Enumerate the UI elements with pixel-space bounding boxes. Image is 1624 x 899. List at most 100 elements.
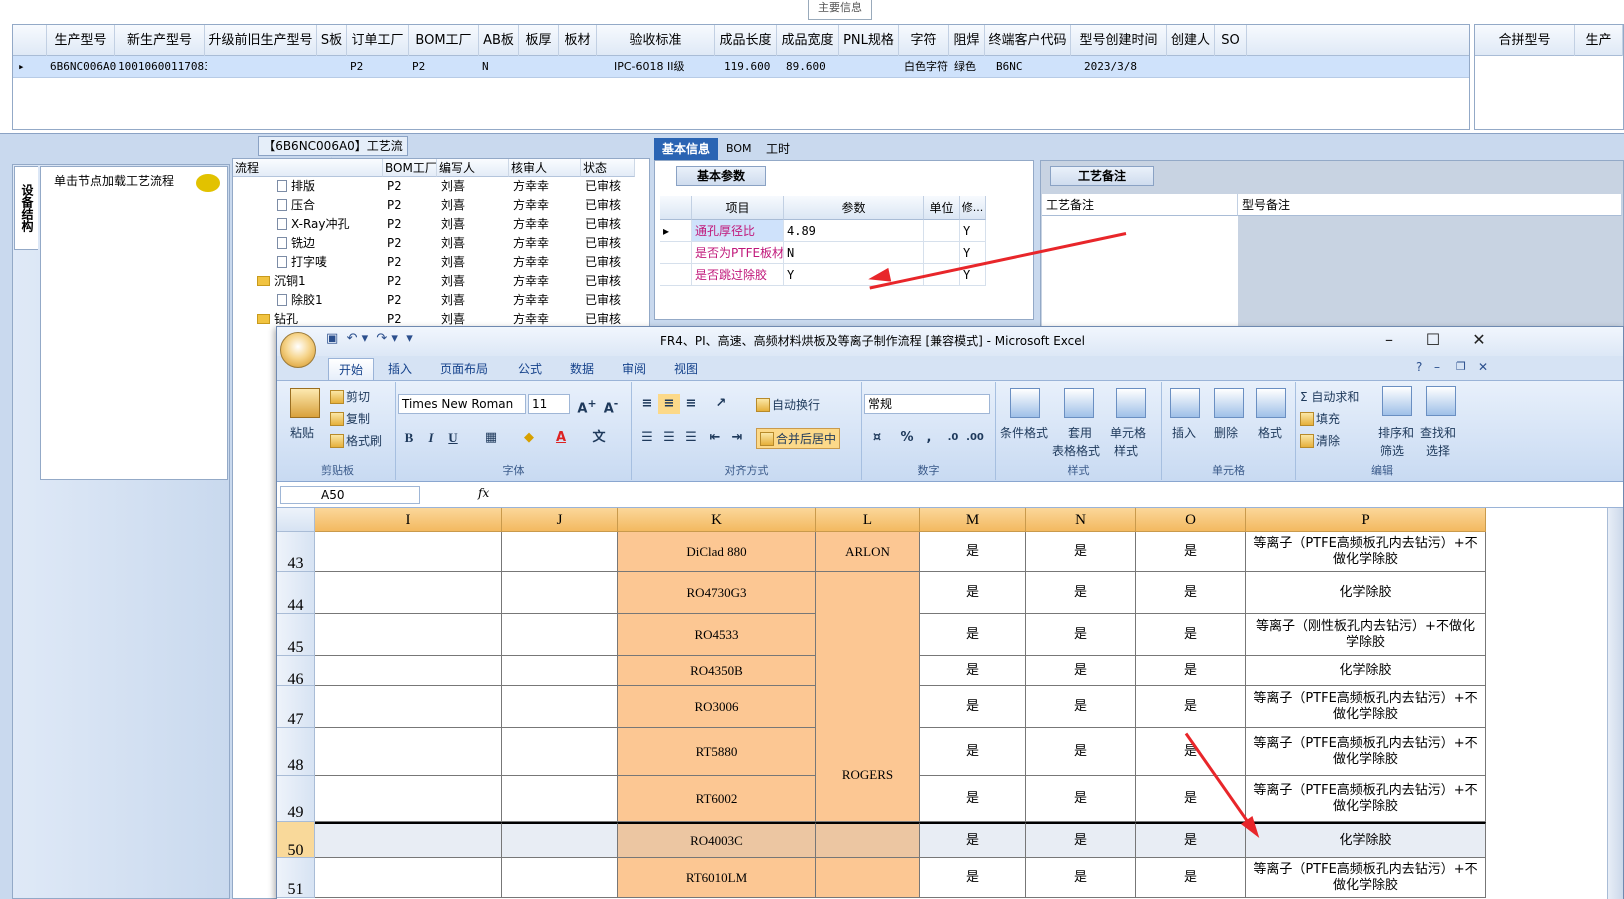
redo-icon[interactable]: ↷ ▾ <box>376 331 398 346</box>
conditional-format-icon[interactable] <box>1010 388 1040 418</box>
select-all-corner[interactable] <box>277 508 315 532</box>
column-header-m[interactable]: M <box>920 508 1026 532</box>
header-pnl[interactable]: PNL规格 <box>839 25 899 56</box>
param-unit[interactable] <box>924 242 960 264</box>
cell-m[interactable]: 是 <box>920 614 1026 656</box>
vertical-scrollbar[interactable] <box>1607 508 1623 899</box>
row-header[interactable]: 45 <box>277 614 315 656</box>
cell-o[interactable]: 是 <box>1136 614 1246 656</box>
align-middle-icon[interactable]: ≡ <box>658 394 680 414</box>
cell-l[interactable] <box>816 686 920 728</box>
tree-node[interactable]: 排版 P2 刘喜 方幸幸 已审核 <box>233 177 635 196</box>
cell-m[interactable]: 是 <box>920 858 1026 898</box>
cell-empty[interactable] <box>315 572 502 614</box>
ribbon-close-icon[interactable]: ✕ <box>1478 360 1488 374</box>
param-mod[interactable]: Y <box>960 220 986 242</box>
cell-o[interactable]: 是 <box>1136 822 1246 858</box>
cell-empty[interactable] <box>502 822 618 858</box>
font-name-select[interactable]: Times New Roman <box>398 394 526 414</box>
cell-order-factory[interactable]: P2 <box>347 56 407 78</box>
tab-page-layout[interactable]: 页面布局 <box>430 358 498 380</box>
undo-icon[interactable]: ↶ ▾ <box>347 331 369 346</box>
find-select-icon[interactable] <box>1426 386 1456 416</box>
cell-n[interactable]: 是 <box>1026 686 1136 728</box>
header-created-time[interactable]: 型号创建时间 <box>1071 25 1167 56</box>
cell-empty[interactable] <box>502 532 618 572</box>
header-old-model[interactable]: 升级前旧生产型号 <box>205 25 317 56</box>
tab-review[interactable]: 审阅 <box>612 358 656 380</box>
table-format-icon[interactable] <box>1064 388 1094 418</box>
align-left-icon[interactable]: ☰ <box>636 428 658 448</box>
column-header-n[interactable]: N <box>1026 508 1136 532</box>
tab-basic-params[interactable]: 基本参数 <box>676 166 766 186</box>
paste-button[interactable]: 粘贴 <box>290 424 314 441</box>
tab-equipment-structure[interactable]: 设备结构 <box>14 166 38 250</box>
paste-icon[interactable] <box>290 388 320 418</box>
cell-m[interactable]: 是 <box>920 656 1026 686</box>
header-length[interactable]: 成品长度 <box>715 25 777 56</box>
orientation-icon[interactable]: ↗ <box>710 394 732 414</box>
column-header-l[interactable]: L <box>816 508 920 532</box>
font-color-icon[interactable]: A <box>550 428 572 448</box>
header-char[interactable]: 字符 <box>899 25 949 56</box>
cell-p[interactable]: 等离子（PTFE高频板孔内去钻污）+不做化学除胶 <box>1246 776 1486 822</box>
tree-node[interactable]: 除胶1 P2 刘喜 方幸幸 已审核 <box>233 291 635 310</box>
cell-mask[interactable]: 绿色 <box>951 56 985 78</box>
remark-process-area[interactable] <box>1042 216 1238 338</box>
close-icon[interactable]: ✕ <box>1464 330 1494 350</box>
name-box[interactable]: A50 <box>280 486 420 504</box>
cell-k[interactable]: RO4350B <box>618 656 816 686</box>
cell-k[interactable]: DiClad 880 <box>618 532 816 572</box>
header-model[interactable]: 生产型号 <box>47 25 115 56</box>
cell-empty[interactable] <box>502 858 618 898</box>
cell-empty[interactable] <box>502 776 618 822</box>
cell-o[interactable]: 是 <box>1136 656 1246 686</box>
cell-style-icon[interactable] <box>1116 388 1146 418</box>
cell-p[interactable]: 化学除胶 <box>1246 656 1486 686</box>
cell-n[interactable]: 是 <box>1026 776 1136 822</box>
cell-new-model[interactable]: 10010600117083 <box>115 56 207 78</box>
shrink-font-icon[interactable]: A- <box>600 394 622 416</box>
align-bottom-icon[interactable]: ≡ <box>680 394 702 414</box>
row-header[interactable]: 48 <box>277 728 315 776</box>
cell-m[interactable]: 是 <box>920 728 1026 776</box>
merge-center-button[interactable]: 合并后居中 <box>756 428 841 449</box>
cell-k[interactable]: RO3006 <box>618 686 816 728</box>
tree-node[interactable]: 压合 P2 刘喜 方幸幸 已审核 <box>233 196 635 215</box>
comma-button[interactable]: , <box>918 428 940 448</box>
cell-l[interactable] <box>816 656 920 686</box>
format-button[interactable]: 格式 <box>1258 424 1282 441</box>
cell-empty[interactable] <box>315 686 502 728</box>
header-merge-model[interactable]: 合拼型号 <box>1475 25 1575 56</box>
tree-header-flow[interactable]: 流程 <box>233 159 383 177</box>
cell-o[interactable]: 是 <box>1136 532 1246 572</box>
cell-l[interactable]: ARLON <box>816 532 920 572</box>
header-s-board[interactable]: S板 <box>317 25 347 56</box>
row-header[interactable]: 50 <box>277 822 315 859</box>
cell-n[interactable]: 是 <box>1026 822 1136 858</box>
cell-empty[interactable] <box>315 858 502 898</box>
cell-model[interactable]: 6B6NC006A0 <box>47 56 117 78</box>
sort-filter-icon[interactable] <box>1382 386 1412 416</box>
font-size-select[interactable]: 11 <box>528 394 570 414</box>
cell-l[interactable] <box>816 822 920 858</box>
maximize-icon[interactable]: ☐ <box>1418 330 1448 350</box>
tab-process-flow[interactable]: 【6B6NC006A0】工艺流程 <box>258 136 408 171</box>
header-standard[interactable]: 验收标准 <box>597 25 715 56</box>
row-header[interactable]: 47 <box>277 686 315 728</box>
cell-k[interactable]: RT6010LM <box>618 858 816 898</box>
cell-length[interactable]: 119.600 <box>721 56 777 78</box>
cell-k[interactable]: RO4003C <box>618 822 816 858</box>
param-item[interactable]: 通孔厚径比 <box>692 220 784 242</box>
cell-m[interactable]: 是 <box>920 532 1026 572</box>
grow-font-icon[interactable]: A+ <box>576 394 598 416</box>
tab-data[interactable]: 数据 <box>560 358 604 380</box>
param-header-item[interactable]: 项目 <box>692 196 784 220</box>
header-bom-factory[interactable]: BOM工厂 <box>409 25 479 56</box>
align-center-icon[interactable]: ☰ <box>658 428 680 448</box>
cell-bom-factory[interactable]: P2 <box>409 56 469 78</box>
param-unit[interactable] <box>924 220 960 242</box>
cell-l[interactable] <box>816 614 920 656</box>
param-value[interactable]: N <box>784 242 924 264</box>
header-mask[interactable]: 阻焊 <box>949 25 985 56</box>
